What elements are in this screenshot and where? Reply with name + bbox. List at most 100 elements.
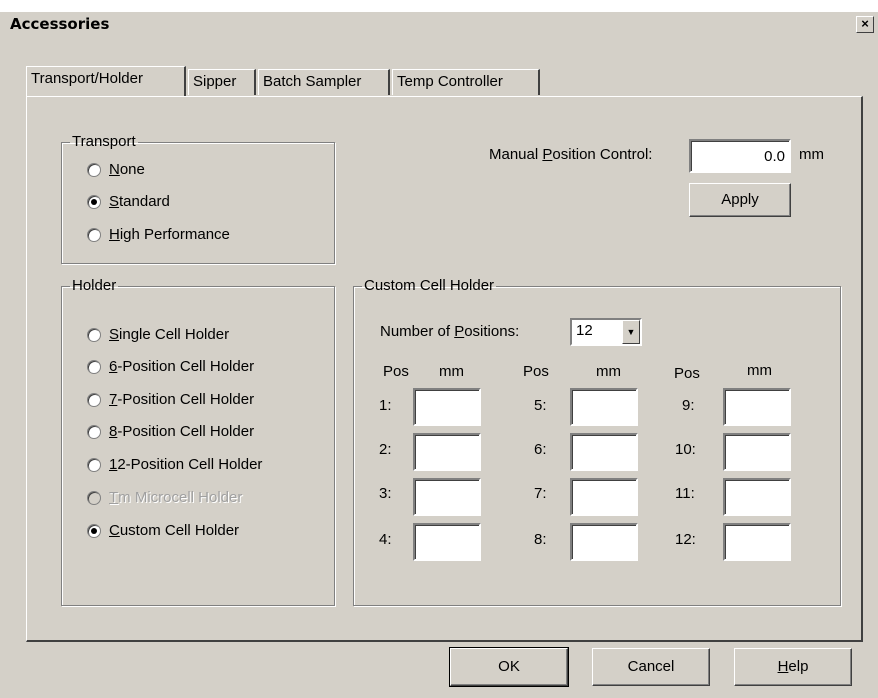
position-field[interactable]	[572, 435, 636, 469]
col-header-pos: Pos	[383, 363, 409, 380]
position-field[interactable]	[725, 525, 789, 559]
radio-icon	[87, 360, 101, 374]
transport-standard-radio[interactable]: Standard	[87, 191, 170, 213]
position-field[interactable]	[572, 525, 636, 559]
position-9-input[interactable]	[723, 388, 791, 426]
tab-label: Transport/Holder	[31, 70, 143, 87]
transport-holder-panel: Transport None Standard High Performance…	[26, 96, 863, 642]
position-label: 3:	[379, 485, 392, 502]
position-field[interactable]	[725, 390, 789, 424]
radio-label: 8-Position Cell Holder	[109, 423, 255, 440]
position-label: 11:	[675, 485, 695, 502]
tab-label: Sipper	[193, 73, 237, 90]
close-button[interactable]: ×	[856, 16, 874, 33]
position-field[interactable]	[572, 480, 636, 514]
help-button[interactable]: Help	[734, 648, 852, 686]
col-header-pos: Pos	[523, 363, 549, 380]
radio-label: Tm Microcell Holder	[109, 489, 243, 506]
apply-button[interactable]: Apply	[689, 183, 791, 217]
holder-single-cell-radio[interactable]: Single Cell Holder	[87, 324, 229, 346]
radio-label: 7-Position Cell Holder	[109, 391, 255, 408]
position-1-input[interactable]	[413, 388, 481, 426]
position-field[interactable]	[572, 390, 636, 424]
position-7-input[interactable]	[570, 478, 638, 516]
number-of-positions-label: Number of Positions:	[380, 323, 520, 340]
ok-label: OK	[498, 658, 520, 675]
transport-none-radio[interactable]: None	[87, 159, 145, 181]
radio-icon	[87, 163, 101, 177]
position-2-input[interactable]	[413, 433, 481, 471]
chevron-down-icon[interactable]: ▼	[622, 320, 640, 344]
position-label: 7:	[534, 485, 547, 502]
radio-label: Custom Cell Holder	[109, 522, 240, 539]
position-8-input[interactable]	[570, 523, 638, 561]
position-field[interactable]	[415, 525, 479, 559]
position-4-input[interactable]	[413, 523, 481, 561]
radio-label: High Performance	[109, 226, 230, 243]
position-5-input[interactable]	[570, 388, 638, 426]
tab-transport-holder[interactable]: Transport/Holder	[26, 66, 186, 96]
col-header-mm: mm	[747, 362, 772, 379]
position-label: 12:	[675, 531, 696, 548]
tab-sipper[interactable]: Sipper	[188, 69, 256, 95]
position-field[interactable]	[415, 480, 479, 514]
radio-icon	[87, 228, 101, 242]
tab-label: Batch Sampler	[263, 73, 362, 90]
tab-batch-sampler[interactable]: Batch Sampler	[258, 69, 390, 95]
accessories-dialog: Accessories × Transport/Holder Sipper Ba…	[0, 12, 878, 698]
position-6-input[interactable]	[570, 433, 638, 471]
position-11-input[interactable]	[723, 478, 791, 516]
custom-cell-holder-legend: Custom Cell Holder	[364, 277, 495, 294]
close-icon: ×	[861, 16, 869, 31]
holder-8-position-radio[interactable]: 8-Position Cell Holder	[87, 421, 254, 443]
tab-label: Temp Controller	[397, 73, 503, 90]
apply-label: Apply	[721, 191, 759, 208]
radio-icon	[87, 328, 101, 342]
col-header-pos: Pos	[674, 365, 700, 382]
position-label: 8:	[534, 531, 547, 548]
radio-icon	[87, 393, 101, 407]
position-label: 1:	[379, 397, 392, 414]
position-label: 4:	[379, 531, 392, 548]
manual-position-input[interactable]	[689, 139, 791, 173]
holder-tm-microcell-radio: Tm Microcell Holder	[87, 487, 242, 509]
transport-high-performance-radio[interactable]: High Performance	[87, 224, 230, 246]
holder-custom-cell-radio[interactable]: Custom Cell Holder	[87, 520, 239, 542]
holder-12-position-radio[interactable]: 12-Position Cell Holder	[87, 454, 262, 476]
position-10-input[interactable]	[723, 433, 791, 471]
position-3-input[interactable]	[413, 478, 481, 516]
position-field[interactable]	[415, 390, 479, 424]
window-title: Accessories	[10, 15, 110, 33]
position-field[interactable]	[415, 435, 479, 469]
position-field[interactable]	[725, 480, 789, 514]
position-field[interactable]	[725, 435, 789, 469]
tab-temp-controller[interactable]: Temp Controller	[392, 69, 540, 95]
radio-label: None	[109, 161, 145, 178]
cancel-button[interactable]: Cancel	[592, 648, 710, 686]
cancel-label: Cancel	[627, 658, 675, 675]
holder-6-position-radio[interactable]: 6-Position Cell Holder	[87, 356, 254, 378]
position-label: 2:	[379, 441, 392, 458]
position-label: 5:	[534, 397, 547, 414]
position-label: 10:	[675, 441, 696, 458]
radio-icon	[87, 425, 101, 439]
help-label: Help	[777, 658, 809, 675]
col-header-mm: mm	[439, 363, 464, 380]
manual-position-unit: mm	[799, 146, 824, 163]
ok-button[interactable]: OK	[449, 647, 569, 687]
holder-7-position-radio[interactable]: 7-Position Cell Holder	[87, 389, 254, 411]
title-bar: Accessories ×	[0, 12, 878, 36]
radio-label: 6-Position Cell Holder	[109, 358, 255, 375]
position-12-input[interactable]	[723, 523, 791, 561]
number-of-positions-select[interactable]: 12 ▼	[570, 318, 642, 346]
number-of-positions-value: 12	[576, 322, 593, 339]
col-header-mm: mm	[596, 363, 621, 380]
manual-position-field[interactable]	[691, 141, 789, 171]
radio-label: 12-Position Cell Holder	[109, 456, 263, 473]
manual-position-label: Manual Position Control:	[489, 146, 653, 163]
radio-label: Single Cell Holder	[109, 326, 230, 343]
transport-legend: Transport	[72, 133, 136, 150]
position-label: 9:	[682, 397, 695, 414]
radio-checked-icon	[87, 524, 101, 538]
radio-checked-icon	[87, 195, 101, 209]
